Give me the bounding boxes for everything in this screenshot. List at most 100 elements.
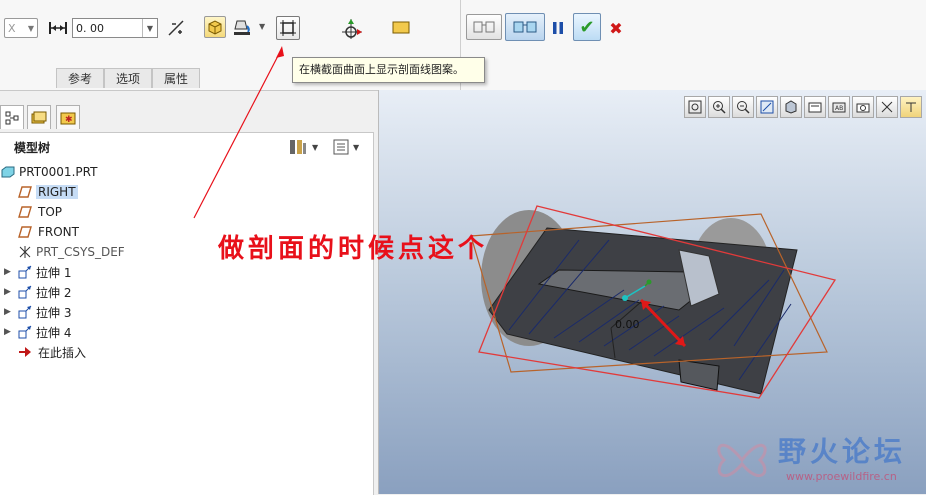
paint-bucket-icon bbox=[234, 20, 250, 35]
zoom-in-icon bbox=[713, 101, 726, 114]
flip-direction-icon[interactable] bbox=[166, 18, 186, 38]
datum-toggle-icon bbox=[881, 101, 893, 113]
tab-properties-label: 属性 bbox=[163, 72, 188, 86]
tab-references[interactable]: 参考 bbox=[56, 68, 104, 88]
view-toolbar: AB bbox=[684, 96, 926, 122]
cube-icon bbox=[208, 20, 222, 35]
expand-arrow-icon[interactable]: ▶ bbox=[4, 327, 18, 337]
tools-icon bbox=[290, 140, 306, 154]
hatch-pattern-button[interactable] bbox=[276, 16, 300, 40]
tree-item-label: 拉伸 3 bbox=[36, 305, 72, 320]
navigator-tabs: ✱ bbox=[0, 100, 376, 132]
tree-item-label: 拉伸 2 bbox=[36, 285, 72, 300]
close-icon: ✖ bbox=[609, 18, 623, 38]
tree-item-label: PRT_CSYS_DEF bbox=[36, 245, 125, 259]
folder-icon bbox=[31, 111, 47, 123]
annotation-text: 做剖面的时候点这个 bbox=[218, 234, 489, 264]
insert-arrow-icon bbox=[19, 347, 31, 357]
model-tree-icon bbox=[5, 111, 19, 124]
verify-mode-button[interactable] bbox=[505, 13, 545, 41]
tree-settings-button[interactable]: ▼ bbox=[288, 137, 328, 157]
tab-references-label: 参考 bbox=[67, 72, 92, 86]
part-icon bbox=[1, 166, 15, 178]
zoom-out-button[interactable] bbox=[732, 96, 754, 118]
cap-color-button[interactable] bbox=[230, 16, 254, 38]
axis-display-button[interactable] bbox=[900, 96, 922, 118]
tree-item-extrude-3[interactable]: ▶ 拉伸 3 bbox=[4, 302, 73, 322]
axis-toggle-icon bbox=[906, 102, 916, 112]
pause-icon bbox=[553, 22, 563, 34]
tree-item-insert-here[interactable]: 在此插入 bbox=[18, 342, 88, 362]
pause-button[interactable] bbox=[548, 16, 568, 40]
datum-display-button[interactable] bbox=[876, 96, 898, 118]
tree-item-label: RIGHT bbox=[36, 185, 78, 199]
refit-icon bbox=[688, 100, 702, 114]
extrude-icon bbox=[18, 285, 32, 299]
watermark-title: 野火论坛 bbox=[778, 435, 907, 468]
saved-views-button[interactable] bbox=[804, 96, 826, 118]
glasses-icon bbox=[513, 21, 537, 33]
zoom-in-button[interactable] bbox=[708, 96, 730, 118]
confirm-button[interactable]: ✔ bbox=[573, 13, 601, 41]
butterfly-logo-icon bbox=[717, 443, 767, 478]
expand-arrow-icon[interactable]: ▶ bbox=[4, 267, 18, 277]
tree-item-label: 在此插入 bbox=[38, 345, 87, 360]
tab-properties[interactable]: 属性 bbox=[152, 68, 200, 88]
shaded-cube-icon bbox=[785, 100, 797, 114]
cap-color-dropdown[interactable]: ▼ bbox=[259, 22, 265, 31]
view-manager-button[interactable]: AB bbox=[828, 96, 850, 118]
tree-item-top-plane[interactable]: TOP bbox=[18, 202, 64, 222]
list-icon bbox=[333, 139, 349, 155]
model-tree-title: 模型树 bbox=[14, 141, 51, 155]
offset-input[interactable]: 0. 00 ▼ bbox=[72, 18, 158, 38]
tree-item-label: TOP bbox=[38, 205, 63, 219]
chevron-down-icon: ▼ bbox=[353, 142, 360, 152]
tab-folder-browser[interactable] bbox=[27, 105, 51, 129]
zoom-out-icon bbox=[737, 101, 750, 114]
refit-button[interactable] bbox=[684, 96, 706, 118]
dimension-label[interactable]: 0.00 bbox=[615, 318, 640, 331]
axis-select[interactable]: X ▼ bbox=[4, 18, 38, 38]
offset-distance-icon bbox=[48, 20, 68, 36]
extrude-icon bbox=[18, 305, 32, 319]
svg-text:AB: AB bbox=[835, 105, 843, 112]
preview-geometry-button[interactable] bbox=[466, 14, 502, 40]
perspective-button[interactable] bbox=[852, 96, 874, 118]
cancel-button[interactable]: ✖ bbox=[604, 16, 628, 40]
expand-arrow-icon[interactable]: ▶ bbox=[4, 307, 18, 317]
watermark-url: www.proewildfire.cn bbox=[786, 470, 897, 483]
tree-item-extrude-2[interactable]: ▶ 拉伸 2 bbox=[4, 282, 73, 302]
tree-item-right-plane[interactable]: RIGHT bbox=[18, 182, 78, 202]
repaint-button[interactable] bbox=[756, 96, 778, 118]
tree-item-part[interactable]: PRT0001.PRT bbox=[0, 162, 99, 182]
forum-watermark: 野火论坛 www.proewildfire.cn bbox=[712, 426, 926, 494]
saved-views-icon bbox=[808, 102, 822, 113]
checkmark-icon: ✔ bbox=[579, 16, 595, 38]
chevron-down-icon: ▼ bbox=[27, 23, 34, 33]
display-style-button[interactable] bbox=[780, 96, 802, 118]
datum-plane-icon bbox=[18, 226, 32, 238]
surface-display-icon[interactable] bbox=[392, 20, 410, 36]
extrude-icon bbox=[18, 325, 32, 339]
tree-item-extrude-1[interactable]: ▶ 拉伸 1 bbox=[4, 262, 73, 282]
extrude-icon bbox=[18, 265, 32, 279]
tree-item-extrude-4[interactable]: ▶ 拉伸 4 bbox=[4, 322, 73, 342]
camera-icon bbox=[856, 103, 870, 113]
tree-item-csys[interactable]: PRT_CSYS_DEF bbox=[18, 242, 127, 262]
datum-plane-icon bbox=[18, 186, 32, 198]
tree-item-label: 拉伸 1 bbox=[36, 265, 72, 280]
tab-favorites[interactable]: ✱ bbox=[56, 105, 80, 129]
tree-item-front-plane[interactable]: FRONT bbox=[18, 222, 81, 242]
tree-columns-button[interactable]: ▼ bbox=[333, 137, 369, 157]
offset-input-value: 0. 00 bbox=[76, 21, 104, 35]
model-tree-panel: 模型树 ▼ ▼ PRT0001.PRT RIGHT TOP FRONT PRT_… bbox=[0, 132, 374, 495]
tab-model-tree[interactable] bbox=[0, 105, 24, 129]
capping-surface-button[interactable] bbox=[204, 16, 226, 38]
tab-options[interactable]: 选项 bbox=[104, 68, 152, 88]
offset-dropdown-button[interactable]: ▼ bbox=[142, 19, 157, 37]
datum-plane-icon bbox=[18, 206, 32, 218]
hatch-pattern-tooltip: 在横截面曲面上显示剖面线图案。 bbox=[292, 57, 485, 83]
drag-handle-icon[interactable] bbox=[340, 18, 364, 40]
expand-arrow-icon[interactable]: ▶ bbox=[4, 287, 18, 297]
hatch-grid-icon bbox=[280, 20, 296, 36]
